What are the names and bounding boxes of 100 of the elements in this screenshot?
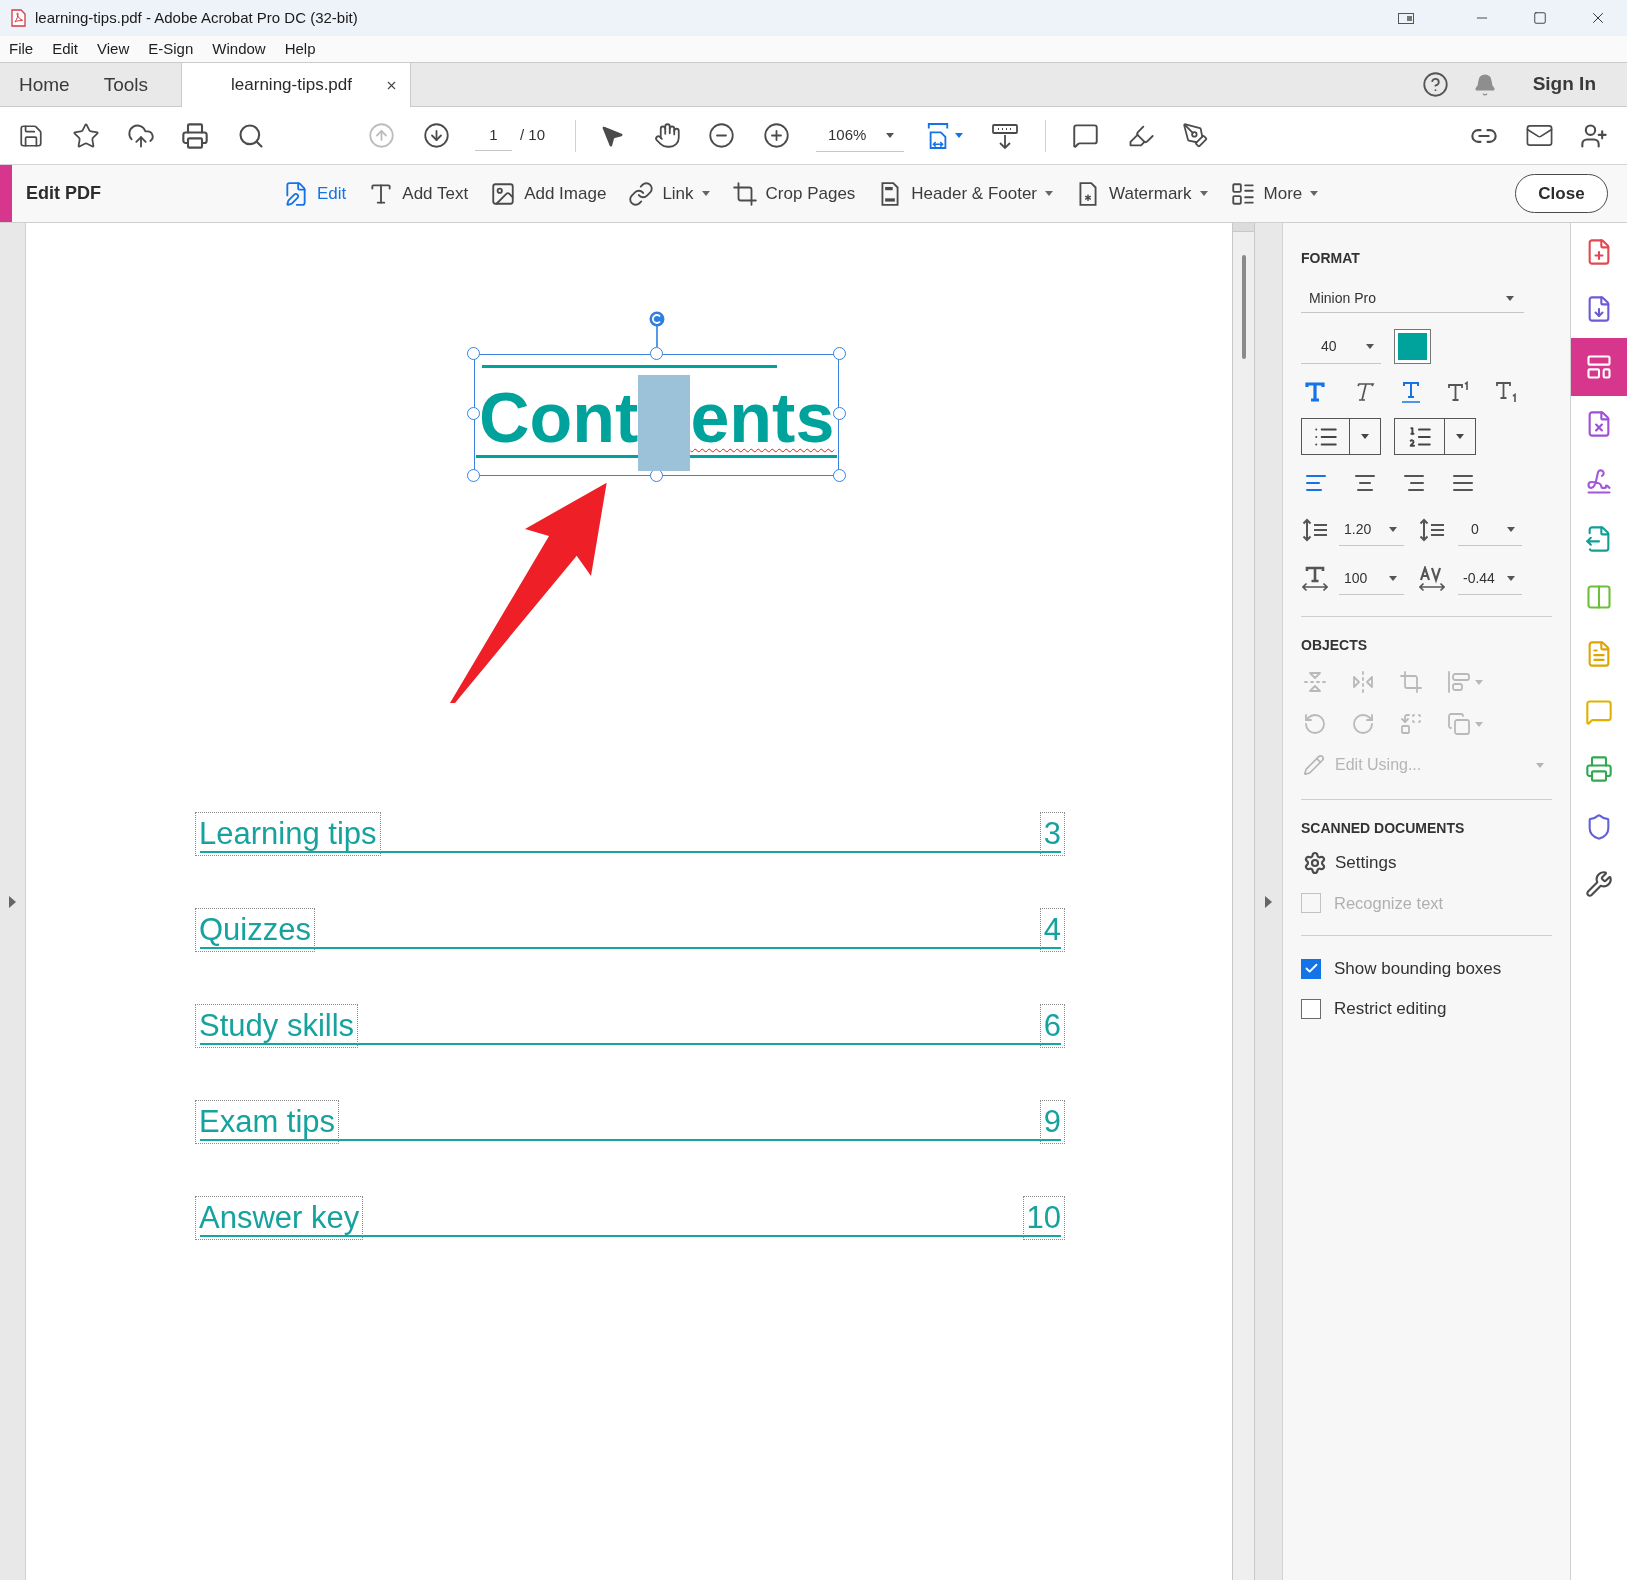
tool-button[interactable]: Edit — [279, 173, 351, 214]
pencil-icon — [1303, 754, 1325, 776]
toc-page-number: 6 — [1039, 1004, 1065, 1048]
paragraph-spacing-icon — [1419, 517, 1445, 543]
menu-item[interactable]: Help — [284, 37, 316, 61]
toc-title: Quizzes — [195, 908, 315, 952]
scroll-thumb[interactable] — [1241, 255, 1246, 359]
caret-icon — [1366, 343, 1374, 349]
resize-handle[interactable] — [833, 347, 846, 360]
list-box-icon — [1229, 180, 1256, 207]
comment-icon[interactable] — [1071, 122, 1099, 149]
settings-icon — [1303, 851, 1327, 875]
scrollbar[interactable] — [1232, 223, 1255, 1580]
menu-item[interactable]: Window — [212, 37, 266, 61]
signature-icon — [1585, 467, 1613, 496]
crop-icon — [731, 180, 758, 207]
tool-button[interactable]: Add Text — [364, 173, 473, 214]
resize-handle[interactable] — [650, 347, 663, 360]
numbered-list-dropdown[interactable] — [1394, 418, 1476, 455]
toc-title: Study skills — [195, 1004, 359, 1048]
sign-in-link[interactable]: Sign In — [1532, 70, 1596, 99]
help-icon[interactable] — [1421, 71, 1449, 98]
section-heading: OBJECTS — [1301, 637, 1369, 653]
paragraph-spacing-dropdown[interactable]: 0 — [1458, 514, 1522, 546]
pen-icon[interactable] — [1181, 122, 1209, 149]
wrench-icon — [1585, 870, 1613, 899]
zoom-out-icon[interactable] — [707, 122, 735, 149]
menu-item[interactable]: Edit — [52, 37, 79, 61]
resize-handle[interactable] — [467, 347, 480, 360]
caret-icon — [1389, 527, 1397, 532]
bell-icon[interactable] — [1472, 72, 1497, 97]
tool-button[interactable]: Link — [624, 173, 714, 214]
text-scale-icon — [1302, 566, 1328, 592]
horizontal-scale-dropdown[interactable]: 100 — [1339, 563, 1404, 595]
resize-handle[interactable] — [833, 407, 846, 420]
line-spacing-icon — [1302, 517, 1328, 543]
menu-item[interactable]: View — [97, 37, 130, 61]
expand-icon[interactable] — [9, 895, 16, 908]
checkbox[interactable] — [1301, 958, 1321, 979]
caret-icon — [1507, 576, 1515, 581]
resize-handle[interactable] — [467, 469, 480, 482]
character-spacing-dropdown[interactable]: -0.44 — [1458, 563, 1522, 595]
caret-icon — [1361, 434, 1369, 439]
tool-button[interactable]: More — [1225, 173, 1323, 214]
edit-document-icon — [283, 180, 309, 207]
scroll-mode-icon[interactable] — [991, 121, 1020, 150]
toc-page-number: 4 — [1039, 908, 1065, 952]
resize-handle[interactable] — [833, 469, 846, 482]
tool-button[interactable]: Crop Pages — [727, 173, 860, 214]
tool-button[interactable]: Header & Footer — [873, 173, 1058, 214]
tab[interactable]: Tools — [88, 63, 164, 107]
line-spacing-dropdown[interactable]: 1.20 — [1339, 514, 1404, 546]
caret-icon — [1475, 721, 1483, 727]
rotate-handle[interactable] — [648, 311, 665, 347]
resize-handle[interactable] — [467, 407, 480, 420]
caret-icon — [1456, 434, 1464, 439]
maximize-icon[interactable] — [1533, 11, 1547, 25]
menu-item[interactable]: File — [9, 37, 34, 61]
section-heading: FORMAT — [1301, 250, 1361, 266]
subscript-icon[interactable] — [1495, 380, 1519, 404]
caret-icon — [1475, 679, 1483, 685]
arrow-down-icon[interactable] — [422, 122, 450, 149]
search-icon[interactable] — [237, 121, 265, 150]
star-icon[interactable] — [72, 121, 100, 150]
screen-icon[interactable] — [1398, 12, 1414, 24]
toc-page-number: 9 — [1039, 1100, 1065, 1144]
add-user-icon[interactable] — [1580, 121, 1608, 150]
toc-page-number: 3 — [1039, 812, 1065, 856]
accent-bar — [0, 165, 12, 222]
pdf-file-icon — [11, 9, 26, 27]
font-dropdown[interactable]: Minion Pro — [1301, 285, 1524, 313]
menu-item[interactable]: E-Sign — [148, 37, 194, 61]
tool-button[interactable]: Add Image — [486, 173, 611, 214]
checkbox[interactable] — [1301, 999, 1321, 1019]
comment-icon — [1585, 697, 1613, 726]
color-swatch[interactable] — [1394, 329, 1431, 364]
tool-button[interactable]: Watermark — [1071, 173, 1212, 214]
superscript-icon[interactable] — [1447, 380, 1471, 404]
fit-width-icon[interactable] — [926, 121, 951, 150]
zoom-dropdown[interactable]: 106% — [816, 119, 905, 152]
caret-icon — [886, 132, 895, 138]
expand-icon[interactable] — [1265, 895, 1272, 908]
close-button[interactable]: Close — [1515, 174, 1608, 213]
checkbox-label: Restrict editing — [1334, 998, 1447, 1021]
underline-icon[interactable] — [1399, 380, 1423, 404]
tab[interactable]: Home — [0, 63, 89, 107]
hand-icon[interactable] — [653, 122, 681, 149]
font-size-dropdown[interactable]: 40 — [1301, 329, 1381, 364]
zoom-in-icon[interactable] — [762, 122, 790, 149]
section-heading: SCANNED DOCUMENTS — [1301, 820, 1466, 836]
print-icon[interactable] — [181, 121, 209, 150]
tab[interactable]: learning-tips.pdf — [181, 63, 411, 107]
toc-page-number: 10 — [1022, 1196, 1065, 1240]
settings-button[interactable]: Settings — [1301, 851, 1570, 875]
caret-icon — [1507, 527, 1515, 532]
bullet-list-dropdown[interactable] — [1301, 418, 1381, 455]
page-number-field[interactable]: 1 — [475, 120, 512, 151]
tool-tile[interactable] — [1571, 338, 1627, 396]
save-icon[interactable] — [18, 122, 44, 149]
bold-icon[interactable] — [1303, 380, 1327, 404]
